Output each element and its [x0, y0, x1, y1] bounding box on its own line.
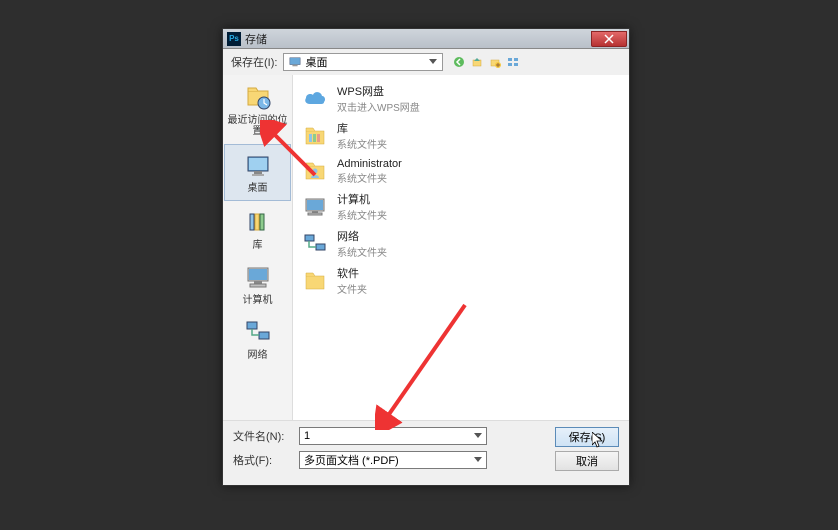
up-button[interactable] — [469, 54, 485, 70]
toolbar-button-group — [451, 54, 521, 70]
dropdown-arrow-icon — [428, 59, 438, 65]
sidebar-item-label: 最近访问的位置 — [225, 115, 290, 137]
desktop-icon — [242, 149, 274, 181]
sidebar-item-computer[interactable]: 计算机 — [223, 257, 292, 312]
recent-places-icon — [242, 81, 274, 113]
file-item-admin[interactable]: Administrator 系统文件夹 — [297, 155, 625, 187]
network-icon — [301, 230, 329, 258]
location-toolbar: 保存在(I): 桌面 — [223, 49, 629, 75]
file-name: 网络 — [337, 228, 387, 244]
titlebar-left: Ps 存储 — [227, 31, 267, 47]
sidebar-item-label: 计算机 — [243, 295, 273, 306]
cloud-icon — [301, 85, 329, 113]
sidebar-item-label: 桌面 — [248, 183, 268, 194]
new-folder-button[interactable] — [487, 54, 503, 70]
filename-value: 1 — [304, 430, 310, 442]
dialog-title: 存储 — [245, 31, 267, 47]
computer-icon — [301, 193, 329, 221]
content-area: 最近访问的位置 桌面 库 计算机 — [223, 75, 629, 420]
save-button[interactable]: 保存(S) — [555, 427, 619, 447]
titlebar: Ps 存储 — [223, 29, 629, 49]
cancel-button[interactable]: 取消 — [555, 451, 619, 471]
filename-label: 文件名(N): — [233, 428, 293, 444]
view-menu-button[interactable] — [505, 54, 521, 70]
format-dropdown[interactable]: 多页面文档 (*.PDF) — [299, 451, 487, 469]
location-dropdown[interactable]: 桌面 — [283, 53, 443, 71]
folder-icon — [301, 267, 329, 295]
file-subtitle: 系统文件夹 — [337, 170, 402, 185]
network-icon — [242, 316, 274, 348]
sidebar-item-libraries[interactable]: 库 — [223, 202, 292, 257]
library-icon — [301, 122, 329, 150]
file-name: 软件 — [337, 265, 367, 281]
save-dialog: Ps 存储 保存在(I): 桌面 — [222, 28, 630, 486]
file-subtitle: 系统文件夹 — [337, 136, 387, 151]
photoshop-icon: Ps — [227, 32, 241, 46]
sidebar-item-network[interactable]: 网络 — [223, 312, 292, 367]
filename-input[interactable]: 1 — [299, 427, 487, 445]
file-item-library[interactable]: 库 系统文件夹 — [297, 118, 625, 153]
sidebar-item-label: 库 — [253, 240, 263, 251]
file-list[interactable]: WPS网盘 双击进入WPS网盘 库 系统文件夹 Administrator — [293, 75, 629, 420]
format-value: 多页面文档 (*.PDF) — [304, 452, 399, 468]
sidebar-item-recent[interactable]: 最近访问的位置 — [223, 77, 292, 143]
sidebar-item-desktop[interactable]: 桌面 — [224, 144, 291, 201]
desktop-icon — [288, 56, 302, 68]
file-name: WPS网盘 — [337, 83, 420, 99]
format-label: 格式(F): — [233, 452, 293, 468]
file-name: 库 — [337, 120, 387, 136]
sidebar-item-label: 网络 — [248, 350, 268, 361]
file-subtitle: 系统文件夹 — [337, 244, 387, 259]
back-button[interactable] — [451, 54, 467, 70]
location-value: 桌面 — [305, 54, 327, 70]
file-name: Administrator — [337, 158, 402, 170]
user-folder-icon — [301, 157, 329, 185]
file-item-wps[interactable]: WPS网盘 双击进入WPS网盘 — [297, 81, 625, 116]
form-area: 文件名(N): 1 格式(F): 多页面文档 (*.PDF) 保存(S) 取消 — [223, 420, 629, 485]
save-in-label: 保存在(I): — [231, 54, 277, 70]
file-subtitle: 文件夹 — [337, 281, 367, 296]
close-icon — [604, 34, 614, 44]
close-button[interactable] — [591, 31, 627, 47]
file-item-computer[interactable]: 计算机 系统文件夹 — [297, 189, 625, 224]
file-subtitle: 系统文件夹 — [337, 207, 387, 222]
library-icon — [242, 206, 274, 238]
computer-icon — [242, 261, 274, 293]
dropdown-arrow-icon — [474, 457, 482, 463]
file-item-network[interactable]: 网络 系统文件夹 — [297, 226, 625, 261]
file-item-software[interactable]: 软件 文件夹 — [297, 263, 625, 298]
file-name: 计算机 — [337, 191, 387, 207]
places-sidebar: 最近访问的位置 桌面 库 计算机 — [223, 75, 293, 420]
file-subtitle: 双击进入WPS网盘 — [337, 99, 420, 114]
dropdown-arrow-icon — [474, 433, 482, 439]
